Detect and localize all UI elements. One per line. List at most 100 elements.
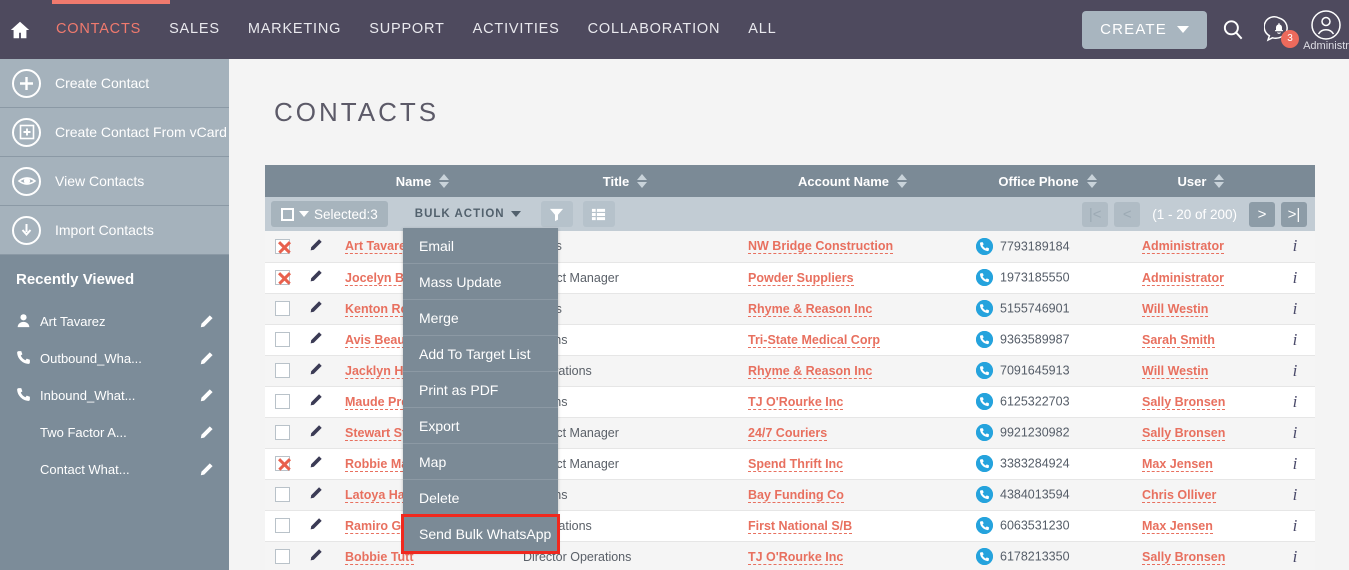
- sort-icon[interactable]: [897, 174, 908, 188]
- nav-item-collaboration[interactable]: COLLABORATION: [574, 0, 735, 59]
- edit-pencil-icon[interactable]: [309, 487, 323, 503]
- row-checkbox[interactable]: [275, 425, 290, 441]
- edit-pencil-icon[interactable]: [309, 456, 323, 472]
- contact-name-link[interactable]: Stewart St: [345, 425, 407, 441]
- user-link[interactable]: Administrator: [1142, 270, 1224, 286]
- whatsapp-icon[interactable]: [976, 455, 993, 472]
- whatsapp-icon[interactable]: [976, 548, 993, 565]
- info-icon[interactable]: i: [1293, 361, 1298, 380]
- info-icon[interactable]: i: [1293, 516, 1298, 535]
- sort-icon[interactable]: [1086, 174, 1098, 188]
- nav-item-activities[interactable]: ACTIVITIES: [459, 0, 574, 59]
- user-link[interactable]: Sally Bronsen: [1142, 394, 1226, 410]
- contact-name-link[interactable]: Ramiro Gi: [345, 518, 405, 534]
- account-name-link[interactable]: NW Bridge Construction: [748, 239, 894, 255]
- sort-icon[interactable]: [439, 174, 450, 188]
- bulk-menu-item-mass-update[interactable]: Mass Update: [403, 264, 558, 300]
- edit-pencil-icon[interactable]: [199, 388, 215, 404]
- edit-pencil-icon[interactable]: [309, 238, 323, 255]
- next-page-button[interactable]: >: [1249, 201, 1275, 227]
- user-link[interactable]: Will Westin: [1142, 301, 1209, 317]
- recent-item-art-tavarez[interactable]: Art Tavarez: [0, 303, 229, 340]
- edit-pencil-icon[interactable]: [309, 270, 323, 286]
- whatsapp-icon[interactable]: [976, 424, 993, 441]
- bulk-menu-item-merge[interactable]: Merge: [403, 300, 558, 336]
- row-checkbox[interactable]: [275, 270, 290, 286]
- account-name-link[interactable]: Powder Suppliers: [748, 270, 854, 286]
- sidebar-item-create-contact[interactable]: Create Contact: [0, 59, 229, 108]
- sidebar-item-view-contacts[interactable]: View Contacts: [0, 157, 229, 206]
- user-link[interactable]: Chris Olliver: [1142, 487, 1217, 503]
- col-title[interactable]: Title: [513, 165, 738, 197]
- edit-pencil-icon[interactable]: [199, 425, 215, 441]
- row-checkbox[interactable]: [275, 456, 290, 472]
- bulk-menu-item-email[interactable]: Email: [403, 228, 558, 264]
- recent-item-two-factor[interactable]: Two Factor A...: [0, 414, 229, 451]
- user-menu[interactable]: Administr: [1303, 8, 1349, 52]
- whatsapp-icon[interactable]: [976, 269, 993, 286]
- account-name-link[interactable]: Bay Funding Co: [748, 487, 844, 503]
- last-page-button[interactable]: >|: [1281, 201, 1307, 227]
- account-name-link[interactable]: Tri-State Medical Corp: [748, 332, 880, 348]
- recent-item-outbound-whatsapp[interactable]: Outbound_Wha...: [0, 340, 229, 377]
- user-link[interactable]: Sarah Smith: [1142, 332, 1215, 348]
- nav-item-marketing[interactable]: MARKETING: [234, 0, 355, 59]
- sidebar-item-create-contact-vcard[interactable]: Create Contact From vCard: [0, 108, 229, 157]
- sidebar-item-import-contacts[interactable]: Import Contacts: [0, 206, 229, 255]
- account-name-link[interactable]: 24/7 Couriers: [748, 425, 828, 441]
- user-link[interactable]: Sally Bronsen: [1142, 425, 1226, 441]
- account-name-link[interactable]: Rhyme & Reason Inc: [748, 363, 873, 379]
- nav-item-all[interactable]: ALL: [734, 0, 790, 59]
- user-link[interactable]: Max Jensen: [1142, 456, 1213, 472]
- bulk-menu-item-print-as-pdf[interactable]: Print as PDF: [403, 372, 558, 408]
- user-link[interactable]: Sally Bronsen: [1142, 549, 1226, 565]
- edit-pencil-icon[interactable]: [199, 351, 215, 367]
- info-icon[interactable]: i: [1293, 454, 1298, 473]
- user-link[interactable]: Will Westin: [1142, 363, 1209, 379]
- account-name-link[interactable]: Rhyme & Reason Inc: [748, 301, 873, 317]
- edit-pencil-icon[interactable]: [309, 425, 323, 441]
- edit-pencil-icon[interactable]: [309, 394, 323, 410]
- account-name-link[interactable]: Spend Thrift Inc: [748, 456, 844, 472]
- col-name[interactable]: Name: [333, 165, 513, 197]
- edit-pencil-icon[interactable]: [309, 363, 323, 379]
- contact-name-link[interactable]: Robbie Ma: [345, 456, 409, 472]
- prev-page-button[interactable]: <: [1114, 201, 1141, 227]
- edit-pencil-icon[interactable]: [309, 301, 323, 317]
- row-checkbox[interactable]: [275, 549, 290, 565]
- avatar[interactable]: [1309, 8, 1343, 42]
- nav-item-support[interactable]: SUPPORT: [355, 0, 458, 59]
- first-page-button[interactable]: |<: [1082, 201, 1109, 227]
- col-office-phone[interactable]: Office Phone: [968, 165, 1128, 197]
- contact-name-link[interactable]: Kenton Ro: [345, 301, 409, 317]
- whatsapp-icon[interactable]: [976, 237, 993, 255]
- row-checkbox[interactable]: [275, 332, 290, 348]
- whatsapp-icon[interactable]: [976, 517, 993, 534]
- select-all-dropdown[interactable]: Selected:3: [271, 201, 388, 227]
- contact-name-link[interactable]: Jocelyn Ba: [345, 270, 412, 286]
- row-checkbox[interactable]: [275, 301, 290, 317]
- notifications-icon[interactable]: 3: [1259, 10, 1299, 50]
- filter-icon[interactable]: [540, 201, 573, 227]
- info-icon[interactable]: i: [1293, 547, 1298, 566]
- info-icon[interactable]: i: [1293, 485, 1298, 504]
- column-chooser-icon[interactable]: [582, 201, 615, 227]
- info-icon[interactable]: i: [1293, 268, 1298, 287]
- home-icon[interactable]: [8, 18, 32, 42]
- row-checkbox[interactable]: [275, 487, 290, 503]
- bulk-menu-item-add-to-target-list[interactable]: Add To Target List: [403, 336, 558, 372]
- whatsapp-icon[interactable]: [976, 486, 993, 503]
- bulk-menu-item-map[interactable]: Map: [403, 444, 558, 480]
- col-account-name[interactable]: Account Name: [738, 165, 968, 197]
- whatsapp-icon[interactable]: [976, 393, 993, 410]
- nav-item-sales[interactable]: SALES: [155, 0, 234, 59]
- edit-pencil-icon[interactable]: [309, 549, 323, 565]
- contact-name-link[interactable]: Maude Pre: [345, 394, 409, 410]
- edit-pencil-icon[interactable]: [199, 462, 215, 478]
- whatsapp-icon[interactable]: [976, 362, 993, 379]
- recent-item-contact-whatsapp[interactable]: Contact What...: [0, 451, 229, 488]
- bulk-action-button[interactable]: BULK ACTION: [404, 201, 531, 227]
- info-icon[interactable]: i: [1293, 299, 1298, 318]
- contact-name-link[interactable]: Avis Beau: [345, 332, 405, 348]
- user-link[interactable]: Max Jensen: [1142, 518, 1213, 534]
